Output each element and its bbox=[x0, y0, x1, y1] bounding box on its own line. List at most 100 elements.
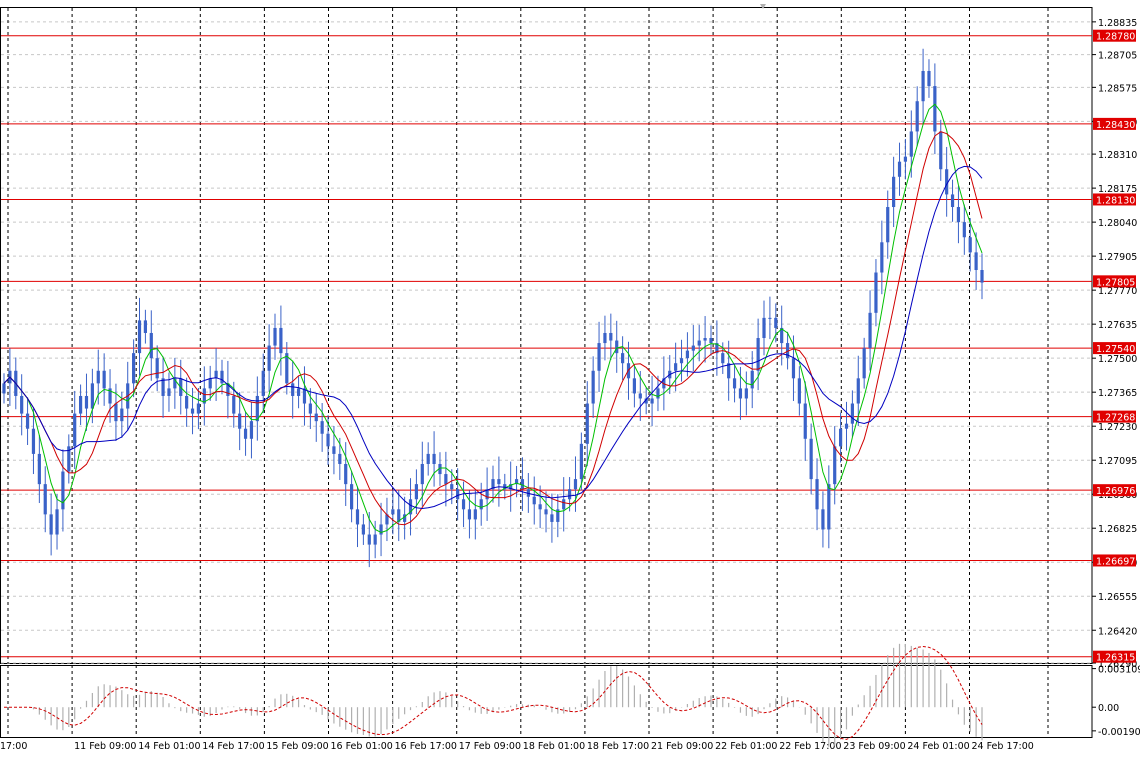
chart: 1.288351.287051.285751.284401.283101.281… bbox=[0, 0, 1140, 757]
candle-body bbox=[962, 222, 966, 238]
candle-body bbox=[550, 514, 554, 522]
candle-body bbox=[603, 332, 607, 344]
candle-body bbox=[132, 353, 136, 384]
x-tick-label: 18 Feb 17:00 bbox=[587, 741, 649, 752]
candle-body bbox=[638, 393, 642, 399]
candle-body bbox=[579, 443, 583, 480]
candle-body bbox=[803, 403, 807, 439]
x-tick-label: 14 Feb 17:00 bbox=[202, 741, 264, 752]
candle-body bbox=[96, 370, 100, 384]
price-level-label: 1.27268 bbox=[1096, 413, 1135, 424]
candle-body bbox=[732, 378, 737, 389]
candle-body bbox=[609, 332, 613, 341]
candle-body bbox=[149, 332, 153, 359]
x-tick-label: 11 Feb 09:00 bbox=[74, 741, 136, 752]
price-level-label: 1.28430 bbox=[1096, 120, 1135, 131]
candle-body bbox=[703, 338, 707, 341]
candle-body bbox=[220, 370, 224, 384]
x-tick-label: 14 Feb 01:00 bbox=[138, 741, 200, 752]
y-tick-label: 1.27230 bbox=[1098, 422, 1137, 433]
candle-body bbox=[679, 358, 684, 364]
candle-body bbox=[874, 272, 878, 313]
indicator-pane-frame bbox=[0, 665, 1093, 738]
candle-body bbox=[850, 403, 854, 424]
candle-body bbox=[615, 340, 619, 354]
candle-body bbox=[344, 463, 348, 485]
candle-body bbox=[185, 395, 189, 409]
candle-body bbox=[839, 428, 843, 447]
candle-body bbox=[432, 453, 436, 464]
x-tick-label: 16 Feb 17:00 bbox=[395, 741, 457, 752]
chart-svg: 1.288351.287051.285751.284401.283101.281… bbox=[0, 4, 1140, 752]
y-tick-label: 1.27500 bbox=[1098, 354, 1137, 365]
candle-body bbox=[391, 509, 395, 515]
candle-body bbox=[238, 413, 242, 429]
candle-body bbox=[196, 403, 201, 414]
candle-body bbox=[915, 101, 919, 132]
candle-body bbox=[467, 509, 472, 520]
x-tick-label: 17 Feb 09:00 bbox=[459, 741, 521, 752]
candle-body bbox=[968, 237, 972, 253]
candle-body bbox=[267, 345, 271, 371]
candle-body bbox=[61, 471, 65, 510]
candle-body bbox=[762, 317, 766, 339]
candle-body bbox=[161, 378, 165, 396]
candle-body bbox=[314, 413, 318, 422]
candle-body bbox=[232, 395, 236, 414]
candle-body bbox=[868, 312, 872, 349]
y-tick-label: 1.27905 bbox=[1098, 252, 1137, 263]
candle-body bbox=[827, 484, 831, 530]
y-tick-label: 1.28310 bbox=[1098, 150, 1137, 161]
candle-body bbox=[296, 388, 301, 396]
candle-body bbox=[20, 395, 24, 414]
candle-body bbox=[279, 327, 283, 354]
candle-body bbox=[473, 509, 477, 520]
candle-body bbox=[768, 317, 772, 319]
candle-body bbox=[373, 534, 377, 545]
indicator-tick-label: -0.001905 bbox=[1098, 727, 1140, 738]
candle-body bbox=[697, 340, 701, 346]
candle-body bbox=[956, 207, 961, 223]
candle-body bbox=[456, 489, 460, 500]
candle-body bbox=[102, 370, 106, 389]
candle-body bbox=[532, 496, 536, 505]
candle-body bbox=[862, 348, 866, 379]
candle-body bbox=[897, 161, 902, 177]
candle-body bbox=[903, 156, 908, 162]
candle-body bbox=[37, 453, 41, 485]
candle-body bbox=[450, 484, 454, 490]
candle-body bbox=[833, 446, 837, 485]
candle-body bbox=[90, 383, 94, 409]
candle-body bbox=[980, 270, 984, 283]
indicator-tick-label: 0.00 bbox=[1098, 703, 1119, 714]
candle-body bbox=[190, 408, 195, 414]
candle-body bbox=[809, 438, 813, 480]
price-level-label: 1.28130 bbox=[1096, 195, 1135, 206]
candle-body bbox=[461, 499, 466, 510]
candle-body bbox=[585, 403, 589, 444]
candle-body bbox=[721, 353, 725, 364]
candle-body bbox=[520, 479, 525, 490]
candle-body bbox=[143, 320, 147, 333]
candle-body bbox=[273, 327, 277, 346]
candle-body bbox=[974, 252, 978, 270]
candle-body bbox=[538, 504, 542, 510]
candle-body bbox=[567, 489, 572, 500]
x-tick-label: 16 Feb 01:00 bbox=[331, 741, 393, 752]
candle-body bbox=[114, 403, 118, 422]
candle-body bbox=[155, 358, 159, 379]
y-tick-label: 1.28040 bbox=[1098, 218, 1137, 229]
x-tick-label: 24 Feb 17:00 bbox=[972, 741, 1034, 752]
candle-body bbox=[73, 413, 77, 447]
candle-body bbox=[544, 509, 548, 515]
candle-body bbox=[350, 484, 354, 510]
candle-body bbox=[691, 345, 695, 351]
candle-body bbox=[25, 413, 30, 429]
x-tick-label: 21 Feb 09:00 bbox=[651, 741, 713, 752]
candle-body bbox=[950, 194, 955, 208]
candle-body bbox=[55, 509, 59, 535]
candle-body bbox=[756, 338, 760, 371]
candle-body bbox=[632, 378, 636, 394]
candle-body bbox=[43, 484, 47, 515]
candle-body bbox=[120, 408, 124, 422]
